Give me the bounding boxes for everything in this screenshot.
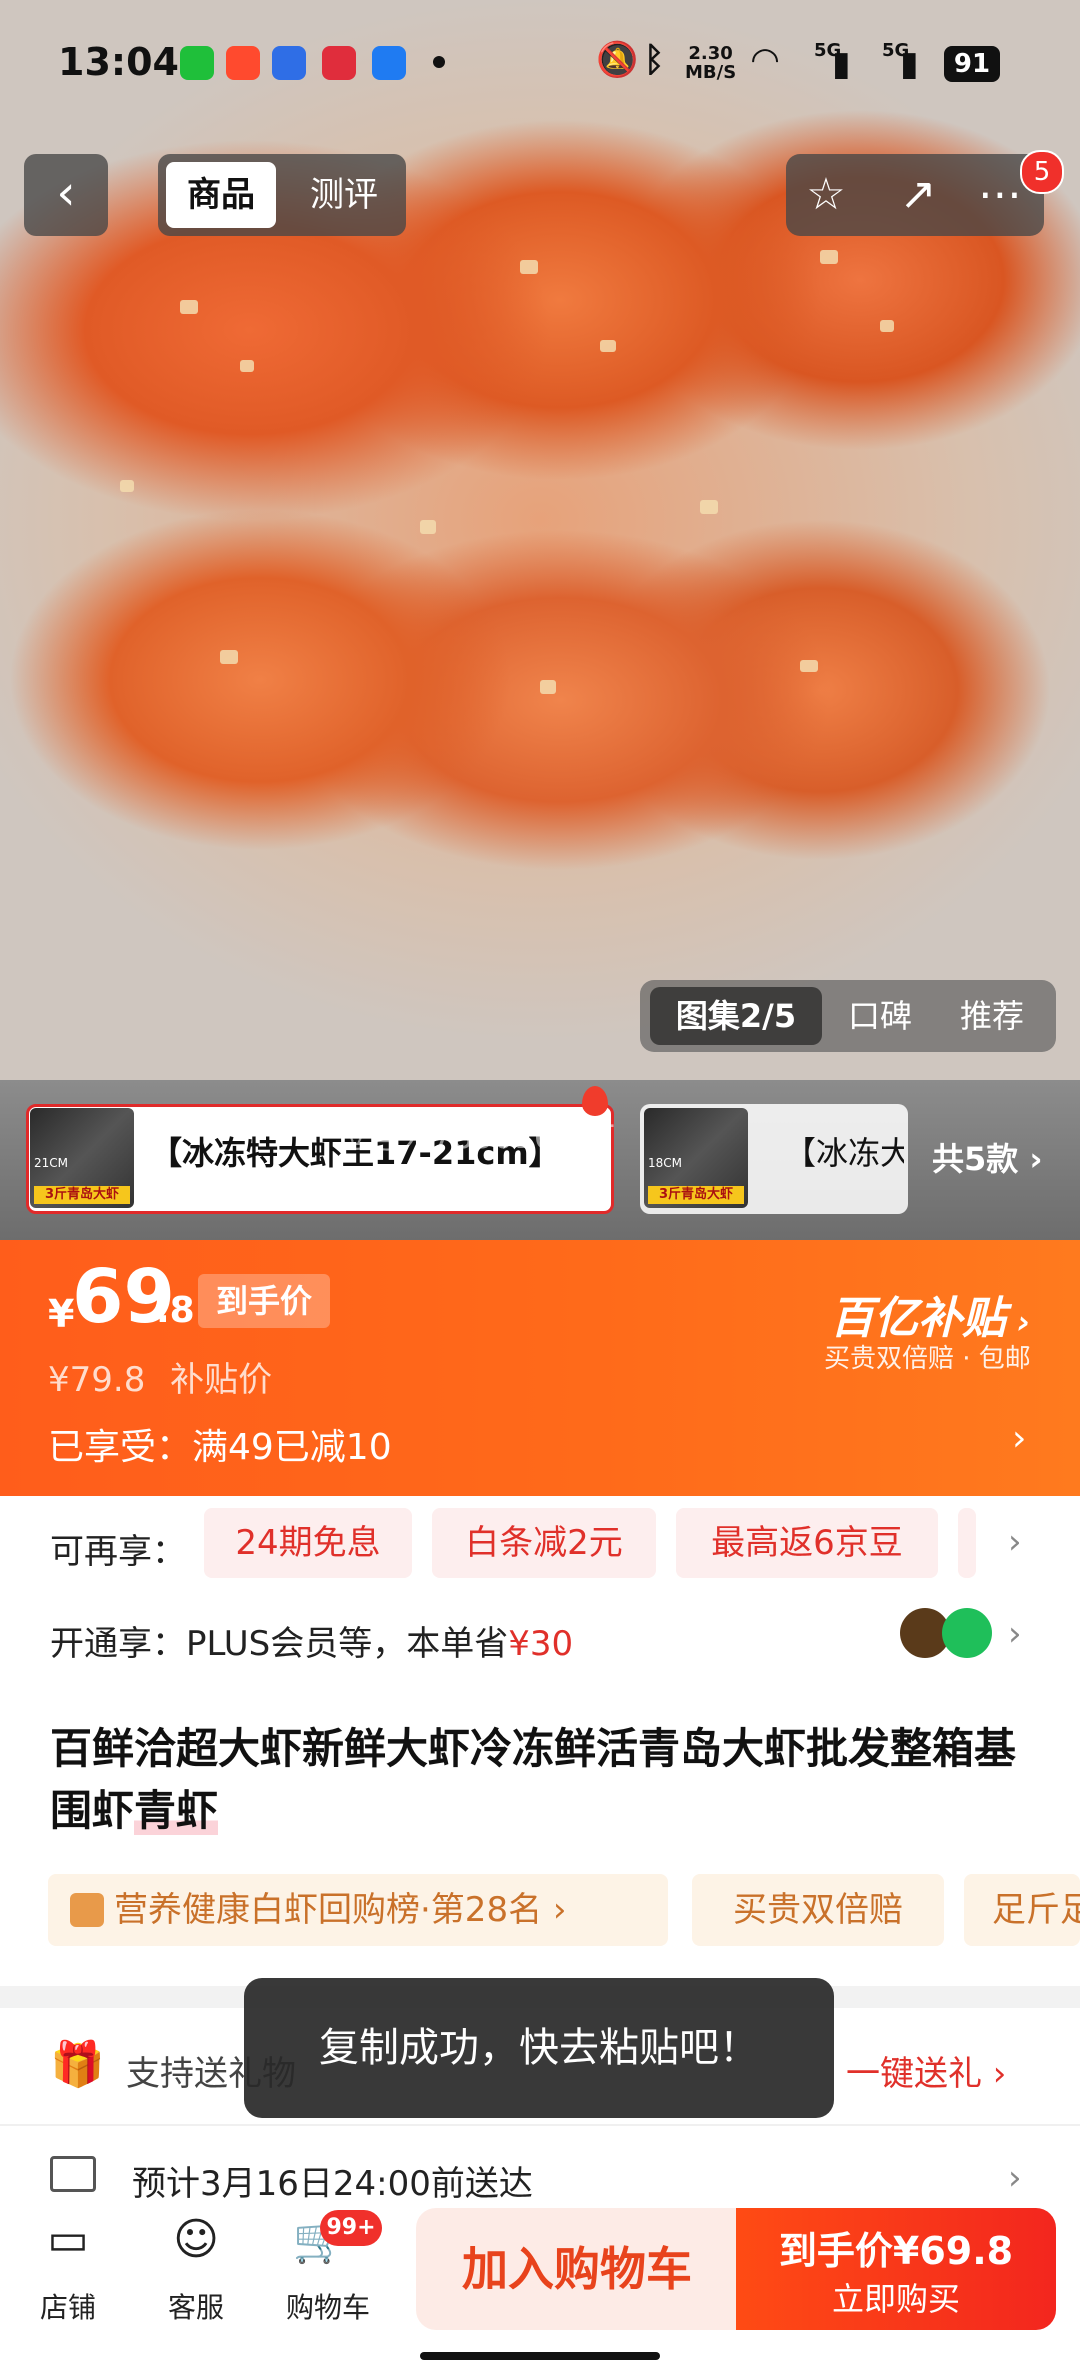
chevron-right-icon[interactable]: ›: [1008, 1522, 1022, 1562]
subsidy-desc: 买贵双倍赔 · 包邮: [824, 1344, 1031, 1374]
benefits-label: 可再享：: [50, 1532, 186, 1572]
variant-thumbnail: 21CM 3斤青岛大虾: [30, 1108, 134, 1208]
tab-review[interactable]: 测评: [298, 162, 390, 228]
store-icon[interactable]: ▭: [38, 2214, 98, 2270]
delivery-label: 预计3月16日24:00前送达: [132, 2164, 533, 2204]
buy-price: 到手价¥69.8: [778, 2229, 1014, 2273]
cart-badge: 99+: [320, 2210, 382, 2246]
product-title[interactable]: 百鲜洽超大虾新鲜大虾冷冻鲜活青岛大虾批发整箱基围虾青虾: [50, 1718, 1030, 1842]
chevron-right-icon[interactable]: ›: [1012, 1418, 1026, 1459]
watermark: 逗号人7830167PT: [336, 1118, 614, 1156]
benefit-chip[interactable]: 最高返6京豆: [676, 1508, 938, 1578]
chevron-right-icon: ›: [982, 2054, 1007, 2094]
variant-next-label: 【冰冻大: [784, 1134, 904, 1172]
benefit-chip[interactable]: 白条减2元: [432, 1508, 656, 1578]
wechat-icon: [180, 46, 214, 80]
benefit-chip[interactable]: 24期免息: [204, 1508, 412, 1578]
buy-label: 立即购买: [831, 2280, 960, 2318]
battery-icon: 91: [944, 46, 1000, 82]
oppo-icon: [272, 46, 306, 80]
mute-icon: 🔕: [596, 40, 639, 80]
wifi-icon: ◠: [752, 40, 779, 80]
bag-icon: [942, 1608, 992, 1658]
subsidy-logo[interactable]: 百亿补贴 ›: [830, 1282, 1030, 1346]
more-notifications-icon: [433, 56, 445, 68]
truck-icon: [50, 2156, 96, 2192]
weight-chip[interactable]: 足斤足: [964, 1874, 1080, 1946]
gift-action[interactable]: 一键送礼 ›: [846, 2046, 1006, 2095]
gallery-tab-recommend[interactable]: 推荐: [960, 987, 1024, 1045]
chevron-right-icon[interactable]: ›: [1008, 1614, 1022, 1654]
star-icon[interactable]: ☆: [796, 166, 856, 226]
toast-message: 复制成功，快去粘贴吧！: [244, 1978, 834, 2118]
customer-service-icon[interactable]: ☺: [166, 2214, 226, 2270]
service-label[interactable]: 客服: [146, 2286, 246, 2326]
divider: [0, 2124, 1080, 2126]
add-to-cart-button[interactable]: 加入购物车: [416, 2208, 738, 2330]
ranking-icon: [70, 1893, 104, 1927]
app-icon: [372, 46, 406, 80]
status-bar: 13:04 🔕 ᛒ 2.30 MB/S ◠ 5G ▮ 5G ▮ 91: [0, 0, 1080, 120]
signal-icon: ▮: [832, 44, 851, 84]
guarantee-chip[interactable]: 买贵双倍赔: [692, 1874, 944, 1946]
variant-count-button[interactable]: 共5款 ›: [932, 1134, 1043, 1180]
variant-thumbnail: 18CM 3斤青岛大虾: [644, 1108, 748, 1208]
back-button[interactable]: ‹: [24, 154, 108, 236]
ranking-badge[interactable]: 营养健康白虾回购榜·第28名 ›: [48, 1874, 668, 1946]
chevron-right-icon: ›: [1029, 1140, 1043, 1178]
gallery-tab-images[interactable]: 图集2/5: [650, 987, 822, 1045]
gallery-tab-word[interactable]: 口碑: [848, 987, 912, 1045]
price-tag: 到手价: [198, 1274, 330, 1328]
chevron-left-icon: ‹: [56, 165, 76, 221]
benefit-chip[interactable]: [958, 1508, 976, 1578]
app-notification-icon: [226, 46, 260, 80]
original-price: ¥79.8 补贴价: [48, 1360, 273, 1400]
xiaohongshu-icon: [322, 46, 356, 80]
message-badge: 5: [1020, 150, 1064, 194]
membership-row[interactable]: 开通享：PLUS会员等，本单省¥30: [50, 1616, 573, 1665]
tab-product[interactable]: 商品: [166, 162, 276, 228]
network-speed: 2.30 MB/S: [685, 43, 737, 83]
status-time: 13:04: [58, 40, 179, 84]
bluetooth-icon: ᛒ: [644, 40, 665, 80]
chevron-right-icon[interactable]: ›: [1008, 2158, 1022, 2198]
signal-icon: ▮: [900, 44, 919, 84]
chevron-right-icon: ›: [542, 1890, 567, 1930]
store-label[interactable]: 店铺: [18, 2286, 118, 2326]
cart-label[interactable]: 购物车: [278, 2286, 378, 2326]
price-currency: ¥: [48, 1292, 75, 1336]
share-icon[interactable]: ↗: [888, 166, 948, 226]
promo-text: 已享受：满49已减10: [48, 1427, 392, 1468]
gift-icon: 🎁: [50, 2039, 105, 2090]
price-decimal: .8: [156, 1290, 195, 1331]
home-indicator[interactable]: [420, 2352, 660, 2360]
